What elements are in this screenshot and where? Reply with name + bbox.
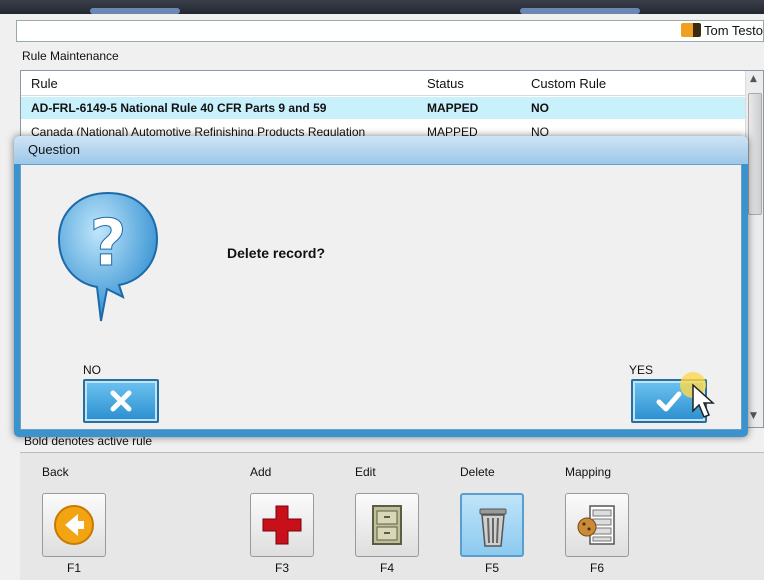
scroll-down-icon[interactable]: ▼ [750, 411, 757, 421]
trash-icon [479, 508, 507, 547]
user-icon [680, 23, 701, 37]
mouse-cursor-icon [680, 372, 715, 418]
section-title: Rule Maintenance [22, 49, 119, 63]
toolbar: Back F1 Add F3 Edit F4 Delete F5 Mapping… [20, 452, 764, 580]
question-dialog: Question ? Delete record? NO YES [14, 136, 748, 437]
back-label: Back [42, 465, 69, 479]
column-header-status[interactable]: Status [427, 76, 464, 91]
dialog-titlebar[interactable] [14, 136, 748, 164]
mapping-icon [577, 505, 615, 545]
delete-shortcut: F5 [484, 561, 499, 575]
delete-label: Delete [460, 465, 495, 479]
add-label: Add [250, 465, 272, 479]
edit-button[interactable] [355, 493, 419, 557]
no-button[interactable] [83, 379, 159, 423]
user-name: Tom Testo [703, 23, 763, 38]
top-strip-decor [90, 8, 180, 14]
status-cell: MAPPED [427, 101, 479, 115]
dialog-body: ? Delete record? NO YES [20, 164, 742, 430]
dialog-message: Delete record? [227, 245, 326, 261]
cabinet-icon [372, 505, 402, 545]
dialog-title: Question [28, 142, 81, 157]
edit-shortcut: F4 [379, 561, 394, 575]
custom-rule-cell: NO [531, 101, 549, 115]
rule-cell: AD-FRL-6149-5 National Rule 40 CFR Parts… [31, 101, 327, 115]
mapping-shortcut: F6 [589, 561, 604, 575]
question-bubble-icon: ? [57, 191, 159, 322]
close-x-icon [110, 390, 132, 412]
current-user[interactable]: Tom Testo [680, 23, 763, 38]
table-row[interactable]: AD-FRL-6149-5 National Rule 40 CFR Parts… [21, 97, 747, 119]
column-header-rule[interactable]: Rule [31, 76, 58, 91]
back-shortcut: F1 [66, 561, 81, 575]
back-button[interactable] [42, 493, 106, 557]
scrollbar-thumb[interactable] [748, 93, 762, 215]
back-arrow-icon [54, 505, 94, 545]
add-shortcut: F3 [274, 561, 289, 575]
mapping-label: Mapping [565, 465, 612, 479]
scroll-up-icon[interactable]: ▲ [750, 74, 757, 84]
yes-label: YES [629, 363, 654, 377]
add-button[interactable] [250, 493, 314, 557]
grid-header: Rule Status Custom Rule [21, 71, 747, 96]
mapping-button[interactable] [565, 493, 629, 557]
top-strip-decor [520, 8, 640, 14]
column-header-custom-rule[interactable]: Custom Rule [531, 76, 606, 91]
no-label: NO [83, 363, 101, 377]
user-bar: Tom Testo [16, 20, 764, 42]
window-top-strip [0, 0, 764, 14]
add-cross-icon [262, 505, 302, 545]
svg-text:?: ? [89, 207, 126, 281]
delete-button[interactable] [460, 493, 524, 557]
edit-label: Edit [355, 465, 376, 479]
